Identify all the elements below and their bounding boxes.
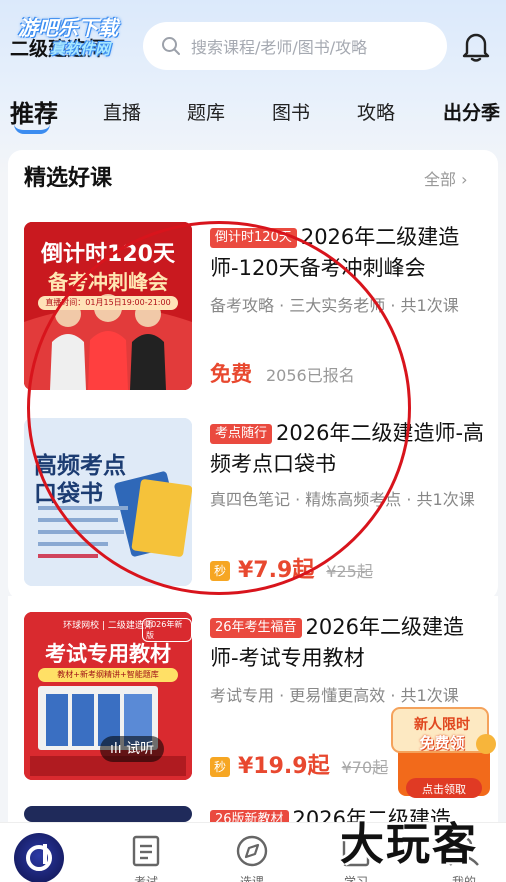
thumb-title: 考试专用教材 [45, 642, 171, 666]
section-title: 精选好课 [24, 166, 113, 191]
nav-mine-label: 我的 [451, 875, 476, 882]
promo-line1: 新人限时 [414, 717, 470, 733]
home-logo-button[interactable] [14, 833, 64, 882]
tab-books[interactable]: 图书 [272, 98, 310, 125]
compass-icon [236, 835, 268, 867]
search-input[interactable]: 搜索课程/老师/图书/攻略 [143, 22, 447, 70]
course-thumbnail [24, 806, 192, 822]
corner-watermark: 大玩客 [340, 819, 478, 870]
nav-study-label: 学习 [343, 875, 368, 882]
category-tabs: 推荐 直播 题库 图书 攻略 出分季 [0, 92, 506, 136]
active-tab-indicator [14, 124, 50, 134]
newcomer-promo[interactable]: 新人限时 免费领 点击领取 [388, 700, 500, 800]
nav-courses[interactable]: 选课 [222, 833, 282, 882]
price: ¥19.9起 [238, 754, 330, 779]
original-price: ¥25起 [326, 562, 373, 581]
tab-live[interactable]: 直播 [103, 98, 141, 125]
document-icon [132, 835, 160, 867]
watermark-line1: 游吧乐下载 [18, 16, 118, 40]
course-title: 26年考生福音 2026年二级建造师-考试专用教材 [210, 612, 490, 674]
flash-sale-badge: 秒 [210, 757, 230, 777]
tab-question-bank[interactable]: 题库 [187, 98, 225, 125]
tab-score-season[interactable]: 出分季 [443, 98, 500, 125]
course-thumbnail: 环球网校 | 二级建造师 2026年新版 考试专用教材 教材+新考纲精讲+智能题… [24, 612, 192, 780]
course-tag: 26版新教材 [210, 810, 289, 822]
audio-bars-icon: ılı [110, 741, 127, 757]
original-price: ¥70起 [341, 758, 389, 777]
search-placeholder: 搜索课程/老师/图书/攻略 [191, 38, 368, 57]
audition-label: 试听 [126, 741, 155, 757]
nav-exam[interactable]: 考试 [116, 833, 176, 882]
course-tag: 26年考生福音 [210, 618, 302, 638]
audition-button[interactable]: ılı 试听 [100, 736, 165, 762]
site-watermark: 游吧乐下载 真软件网 [10, 12, 150, 62]
tab-guides[interactable]: 攻略 [357, 98, 395, 125]
header: 二级建造师 游吧乐下载 真软件网 搜索课程/老师/图书/攻略 [0, 16, 506, 76]
nav-courses-label: 选课 [239, 875, 264, 882]
nav-exam-label: 考试 [133, 875, 158, 882]
promo-line2: 免费领 [419, 734, 465, 752]
chevron-right-icon: › [461, 170, 468, 189]
bell-icon[interactable] [461, 30, 491, 62]
watermark-line2: 真软件网 [50, 40, 111, 58]
view-all-link[interactable]: 全部 › [424, 166, 468, 190]
view-all-label: 全部 [424, 170, 457, 189]
thumb-subtitle: 教材+新考纲精讲+智能题库 [38, 668, 178, 682]
annotation-circle [27, 221, 411, 595]
promo-claim-button[interactable]: 点击领取 [406, 781, 482, 797]
logo-icon [26, 844, 52, 871]
price-row: 秒 ¥19.9起 ¥70起 [210, 748, 388, 780]
search-icon [162, 37, 180, 55]
